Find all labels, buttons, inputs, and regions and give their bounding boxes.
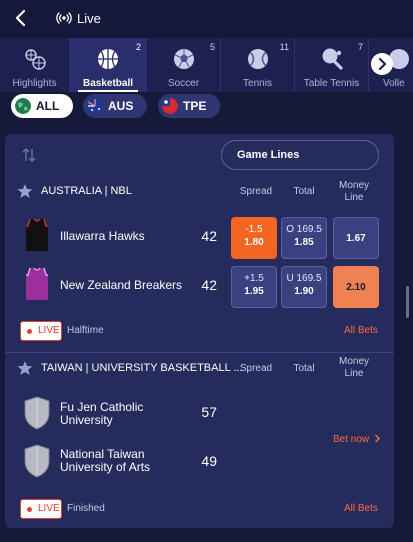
tab-count: 5 bbox=[209, 42, 215, 52]
tab-label: Tennis bbox=[243, 78, 272, 89]
league-header: AUSTRALIA | NBL bbox=[17, 182, 132, 200]
table-tennis-icon bbox=[322, 48, 343, 70]
col-total: Total bbox=[293, 363, 315, 374]
scroll-right-icon[interactable] bbox=[371, 53, 393, 75]
page-scrollbar[interactable] bbox=[406, 286, 409, 318]
team-score: 49 bbox=[201, 453, 217, 469]
live-badge: LIVE bbox=[20, 499, 62, 519]
region-filters: ALL AUS TPE bbox=[0, 92, 413, 122]
odds-price: 1.95 bbox=[244, 286, 264, 297]
tab-label: Volle bbox=[383, 78, 405, 89]
tab-soccer[interactable]: 5 Soccer bbox=[147, 38, 221, 92]
sport-tabs: Highlights 2 Basketball 5 Soccer 11 Tenn… bbox=[0, 38, 413, 92]
bet-now-link[interactable]: Bet now bbox=[333, 434, 381, 445]
shield-icon bbox=[24, 444, 50, 478]
market-selector[interactable]: Game Lines bbox=[221, 140, 379, 170]
team-name-line2: University bbox=[60, 413, 113, 427]
odds-moneyline-away[interactable]: 2.10 bbox=[333, 266, 379, 308]
jersey-purple-icon bbox=[26, 267, 48, 300]
odds-price: 1.67 bbox=[346, 233, 366, 244]
league-header: TAIWAN | UNIVERSITY BASKETBALL ... bbox=[17, 359, 243, 377]
tab-tennis[interactable]: 11 Tennis bbox=[221, 38, 295, 92]
all-bets-link[interactable]: All Bets bbox=[344, 325, 378, 336]
col-spread: Spread bbox=[239, 186, 273, 197]
australia-flag-icon bbox=[87, 98, 103, 114]
tab-label: Table Tennis bbox=[303, 78, 360, 89]
col-moneyline-top: Money bbox=[338, 180, 369, 191]
tab-count: 2 bbox=[135, 42, 141, 52]
taiwan-flag-icon bbox=[162, 98, 178, 114]
tennis-icon bbox=[247, 49, 268, 69]
live-broadcast-icon bbox=[56, 12, 72, 24]
team-score: 57 bbox=[201, 404, 217, 420]
odds-total-under[interactable]: U 169.5 1.90 bbox=[281, 266, 327, 308]
col-moneyline-bottom: Line bbox=[344, 192, 364, 203]
odds-spread-home[interactable]: -1.5 1.80 bbox=[231, 217, 277, 259]
col-moneyline: Money Line bbox=[329, 356, 379, 380]
tab-label: Soccer bbox=[167, 78, 200, 89]
live-badge: LIVE bbox=[20, 321, 62, 341]
col-total: Total bbox=[293, 186, 315, 197]
all-bets-link[interactable]: All Bets bbox=[344, 503, 378, 514]
globe-icon bbox=[15, 98, 31, 114]
odds-line: +1.5 bbox=[244, 273, 264, 284]
live-indicator: Live bbox=[56, 9, 101, 27]
shield-icon bbox=[24, 396, 50, 430]
team-score: 42 bbox=[201, 277, 217, 293]
bet-now-label: Bet now bbox=[333, 434, 370, 445]
match-status: Finished bbox=[67, 503, 105, 514]
col-moneyline-top: Money bbox=[338, 356, 369, 367]
team-name: New Zealand Breakers bbox=[60, 278, 183, 292]
live-title: Live bbox=[77, 10, 101, 26]
odds-moneyline-home[interactable]: 1.67 bbox=[333, 217, 379, 259]
team-name-line2: University of Arts bbox=[60, 460, 151, 474]
events-card: Game Lines AUSTRALIA | NBL Spread Total … bbox=[5, 134, 394, 528]
filter-aus[interactable]: AUS bbox=[83, 94, 147, 118]
star-icon[interactable] bbox=[17, 360, 33, 376]
team-name: National Taiwan University of Arts bbox=[60, 448, 150, 474]
filter-tpe[interactable]: TPE bbox=[158, 94, 220, 118]
soccer-icon bbox=[173, 49, 194, 69]
odds-line: O 169.5 bbox=[286, 224, 322, 235]
star-icon[interactable] bbox=[17, 183, 33, 199]
tab-table-tennis[interactable]: 7 Table Tennis bbox=[295, 38, 369, 92]
odds-line: U 169.5 bbox=[286, 273, 322, 284]
filter-label: TPE bbox=[183, 99, 207, 113]
chevron-right-icon bbox=[374, 434, 380, 443]
team-name-line1: Fu Jen Catholic bbox=[60, 400, 144, 414]
odds-price: 1.90 bbox=[294, 286, 314, 297]
match-status: Halftime bbox=[67, 325, 104, 336]
team-score: 42 bbox=[201, 228, 217, 244]
tab-label: Basketball bbox=[82, 78, 134, 89]
divider bbox=[5, 352, 394, 353]
filter-all[interactable]: ALL bbox=[11, 94, 73, 118]
jersey-black-icon bbox=[26, 218, 48, 251]
top-bar: Live bbox=[0, 0, 413, 38]
filter-label: ALL bbox=[36, 99, 60, 113]
col-moneyline: Money Line bbox=[329, 180, 379, 204]
tab-highlights[interactable]: Highlights bbox=[0, 38, 70, 92]
odds-price: 1.80 bbox=[244, 237, 264, 248]
league-name: TAIWAN | UNIVERSITY BASKETBALL ... bbox=[41, 362, 243, 374]
team-name-line1: National Taiwan bbox=[60, 447, 145, 461]
filter-label: AUS bbox=[108, 99, 134, 113]
col-moneyline-bottom: Line bbox=[344, 368, 364, 379]
odds-price: 1.85 bbox=[294, 237, 314, 248]
sort-icon[interactable] bbox=[21, 147, 37, 163]
back-arrow-icon[interactable] bbox=[10, 6, 32, 30]
odds-spread-away[interactable]: +1.5 1.95 bbox=[231, 266, 277, 308]
tab-count: 7 bbox=[357, 42, 363, 52]
basketball-icon bbox=[98, 49, 118, 69]
tab-count: 11 bbox=[279, 42, 289, 52]
odds-price: 2.10 bbox=[346, 282, 366, 293]
team-name: Illawarra Hawks bbox=[60, 229, 145, 243]
col-spread: Spread bbox=[239, 363, 273, 374]
league-name: AUSTRALIA | NBL bbox=[41, 185, 132, 197]
highlights-icon bbox=[24, 49, 46, 70]
odds-total-over[interactable]: O 169.5 1.85 bbox=[281, 217, 327, 259]
team-name: Fu Jen Catholic University bbox=[60, 401, 143, 427]
odds-line: -1.5 bbox=[245, 224, 263, 235]
tab-label: Highlights bbox=[12, 78, 57, 89]
tab-basketball[interactable]: 2 Basketball bbox=[70, 38, 147, 92]
